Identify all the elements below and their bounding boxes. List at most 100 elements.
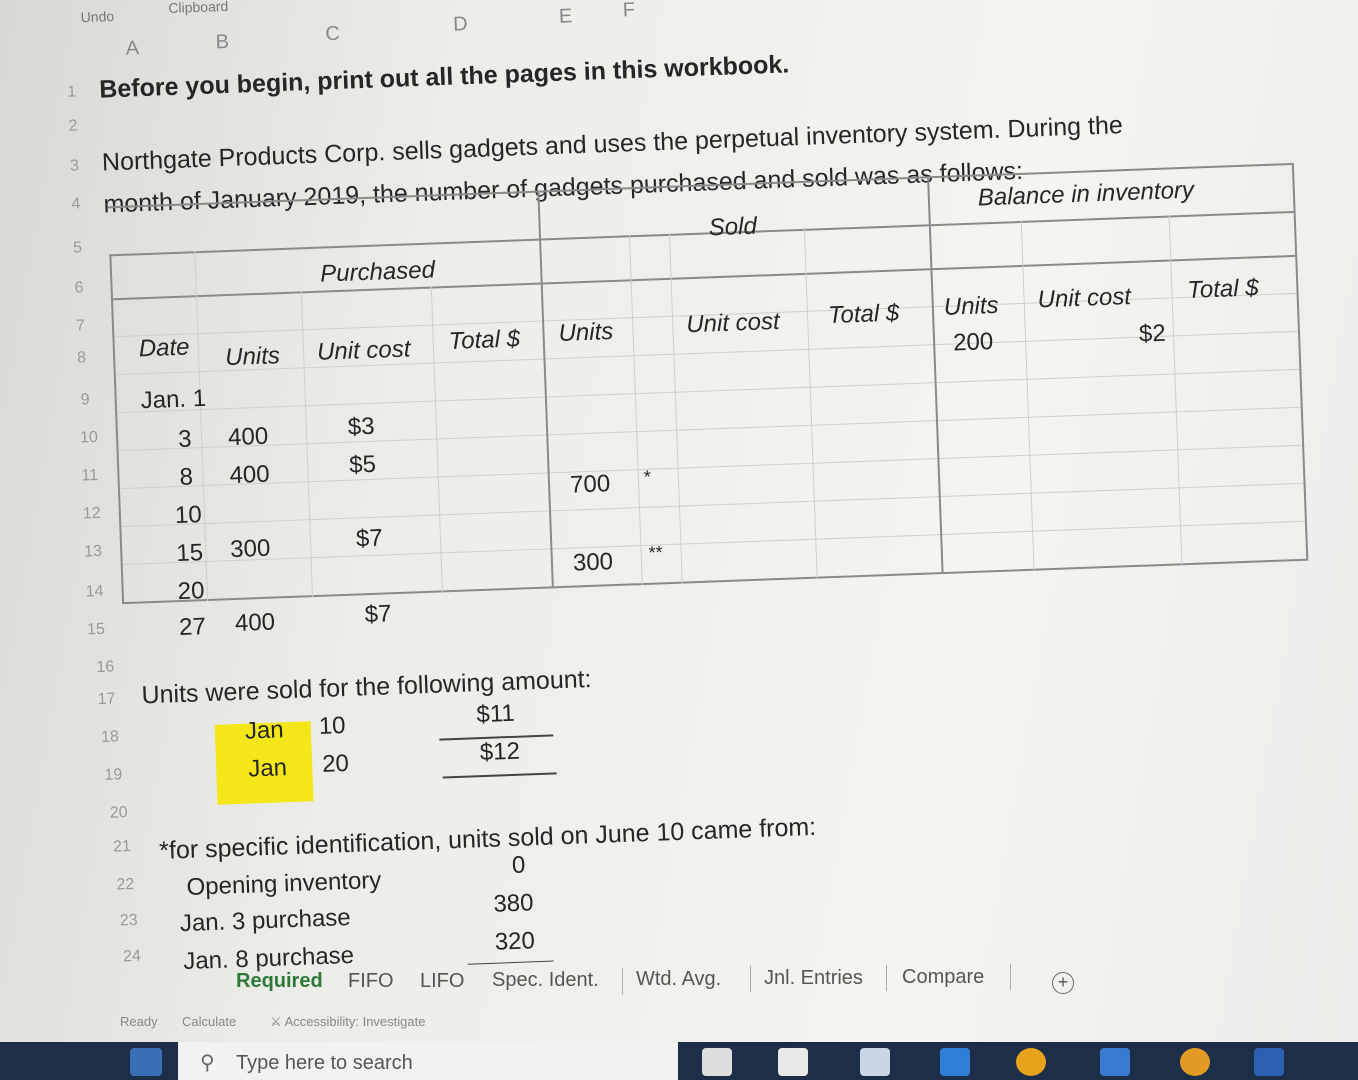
row-number[interactable]: 14 [85,583,103,602]
row-number[interactable]: 23 [119,912,137,931]
row-number[interactable]: 13 [84,543,102,562]
app-icon[interactable] [940,1048,970,1076]
column-header-e[interactable]: E [559,5,573,28]
word-icon[interactable] [1254,1048,1284,1076]
source-value[interactable]: 380 [493,889,534,918]
footnote-marker: * [643,466,652,487]
taskbar-search[interactable]: ⚲ Type here to search [178,1042,678,1080]
row-number[interactable]: 15 [87,621,105,640]
task-view-icon[interactable] [702,1048,732,1076]
date-cell[interactable]: 3 [178,425,192,453]
sale-day[interactable]: 10 [318,712,346,741]
date-cell[interactable]: 27 [179,613,207,642]
row-number[interactable]: 5 [73,239,83,257]
mail-icon[interactable] [1100,1048,1130,1076]
sale-month[interactable]: Jan [244,716,284,745]
worksheet: Undo Clipboard A B C D E F 1 2 3 4 5 6 7… [60,0,1358,1039]
row-number[interactable]: 6 [74,279,84,297]
sale-day[interactable]: 20 [322,750,350,779]
sale-month[interactable]: Jan [248,754,288,783]
opening-balance-unit-cost[interactable]: $2 [1138,320,1166,349]
accessibility-status[interactable]: ⚔ Accessibility: Investigate [270,1014,425,1030]
row-number[interactable]: 2 [68,117,78,135]
purchased-unit-cost-header: Unit cost [316,335,411,366]
source-value[interactable]: 320 [494,927,535,956]
search-icon: ⚲ [200,1052,215,1074]
tab-fifo[interactable]: FIFO [348,970,394,993]
purchased-units-cell[interactable]: 400 [234,609,275,638]
purchased-units-header: Units [224,342,281,372]
tab-lifo[interactable]: LIFO [420,970,464,993]
search-placeholder: Type here to search [236,1052,413,1074]
footnote-marker: ** [648,542,664,563]
date-cell[interactable]: 8 [179,463,193,491]
purchased-unit-cost-cell[interactable]: $5 [349,451,377,480]
purchased-unit-cost-cell[interactable]: $3 [347,413,375,442]
date-cell[interactable]: 15 [176,539,204,568]
column-header-c[interactable]: C [325,23,340,47]
source-value[interactable]: 0 [512,852,526,880]
source-label[interactable]: Jan. 3 purchase [179,904,351,938]
date-cell[interactable]: 20 [177,577,205,606]
row-number[interactable]: 12 [83,505,101,524]
balance-units-header: Units [943,291,1000,321]
dropbox-icon[interactable] [778,1048,808,1076]
purchased-units-cell[interactable]: 400 [228,423,269,452]
row-number[interactable]: 20 [110,804,128,823]
tab-wtd-avg[interactable]: Wtd. Avg. [636,968,721,991]
accessibility-label: Accessibility: Investigate [284,1014,426,1029]
row-number[interactable]: 3 [70,157,80,175]
tab-spec-ident[interactable]: Spec. Ident. [492,969,599,992]
purchased-total-header: Total $ [448,325,521,355]
balance-total-header: Total $ [1186,274,1260,304]
column-header-d[interactable]: D [453,13,468,37]
date-cell[interactable]: Jan. 1 [140,385,206,415]
instruction-title: Before you begin, print out all the page… [98,50,790,104]
row-number[interactable]: 16 [96,658,114,677]
purchased-units-cell[interactable]: 400 [229,461,270,490]
row-number[interactable]: 19 [104,766,122,785]
sold-unit-cost-header: Unit cost [685,307,781,339]
balance-unit-cost-header: Unit cost [1037,282,1132,314]
sold-units-header: Units [558,317,614,347]
row-number[interactable]: 7 [76,317,86,335]
row-number[interactable]: 24 [123,948,141,967]
row-number[interactable]: 4 [71,195,81,213]
date-cell[interactable]: 10 [174,501,202,530]
tab-jnl-entries[interactable]: Jnl. Entries [764,967,863,990]
accessibility-icon: ⚔ [270,1014,282,1029]
sale-amount[interactable]: $11 [476,700,515,729]
row-number[interactable]: 18 [101,728,119,747]
purchased-units-cell[interactable]: 300 [230,535,271,564]
specific-id-heading: *for specific identification, units sold… [158,812,817,865]
column-header-a[interactable]: A [125,37,139,60]
windows-start-icon[interactable] [130,1048,162,1076]
tab-required[interactable]: Required [236,970,323,993]
sold-units-cell[interactable]: 300 [572,548,613,577]
column-header-b[interactable]: B [215,31,229,54]
purchased-unit-cost-cell[interactable]: $7 [364,600,392,629]
store-icon[interactable] [860,1048,890,1076]
undo-label[interactable]: Undo [80,8,114,25]
clipboard-label[interactable]: Clipboard [168,0,228,16]
purchased-unit-cost-cell[interactable]: $7 [355,525,383,554]
row-number[interactable]: 21 [113,838,131,857]
row-number[interactable]: 10 [80,429,98,448]
source-label[interactable]: Opening inventory [186,867,382,902]
column-header-f[interactable]: F [622,0,635,22]
sold-units-cell[interactable]: 700 [570,470,611,499]
row-number[interactable]: 11 [81,467,98,486]
tab-compare[interactable]: Compare [902,966,984,989]
chrome-icon[interactable] [1016,1048,1046,1076]
inventory-table: Purchased Sold Balance in inventory Date… [107,162,1309,606]
sale-amount[interactable]: $12 [479,738,520,767]
row-number[interactable]: 17 [97,690,115,709]
row-number[interactable]: 8 [77,349,87,367]
browser-icon[interactable] [1180,1048,1210,1076]
row-number[interactable]: 22 [116,876,134,895]
opening-balance-units[interactable]: 200 [953,328,994,357]
row-number[interactable]: 1 [67,83,77,101]
status-calculate[interactable]: Calculate [182,1014,236,1029]
row-number[interactable]: 9 [80,391,90,409]
add-sheet-icon[interactable]: + [1052,972,1074,994]
